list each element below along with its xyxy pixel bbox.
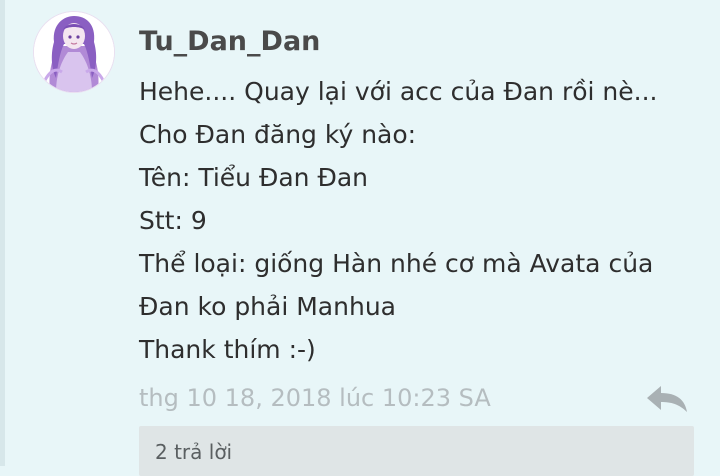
left-border <box>0 0 5 466</box>
message-line: Thank thím :-) <box>139 335 316 364</box>
message-line: Đan ko phải Manhua <box>139 292 396 321</box>
replies-count-label: 2 trả lời <box>155 440 233 464</box>
reply-arrow-icon <box>647 386 687 412</box>
message-line: Stt: 9 <box>139 206 207 235</box>
message-line: Cho Đan đăng ký nào: <box>139 120 417 149</box>
username[interactable]: Tu_Dan_Dan <box>139 24 320 60</box>
avatar-image <box>34 12 114 92</box>
message-line: Thể loại: giống Hàn nhé cơ mà Avata của <box>139 249 654 278</box>
message-line: Hehe.... Quay lại với acc của Đan rồi nè… <box>139 77 658 106</box>
view-replies-button[interactable]: 2 trả lời <box>139 426 694 476</box>
comment-meta: thg 10 18, 2018 lúc 10:23 SA <box>139 378 689 418</box>
message-line: Tên: Tiểu Đan Đan <box>139 163 368 192</box>
comment-message: Hehe.... Quay lại với acc của Đan rồi nè… <box>139 70 709 371</box>
timestamp: thg 10 18, 2018 lúc 10:23 SA <box>139 384 491 412</box>
avatar[interactable] <box>34 12 114 92</box>
reply-button[interactable] <box>645 380 689 416</box>
